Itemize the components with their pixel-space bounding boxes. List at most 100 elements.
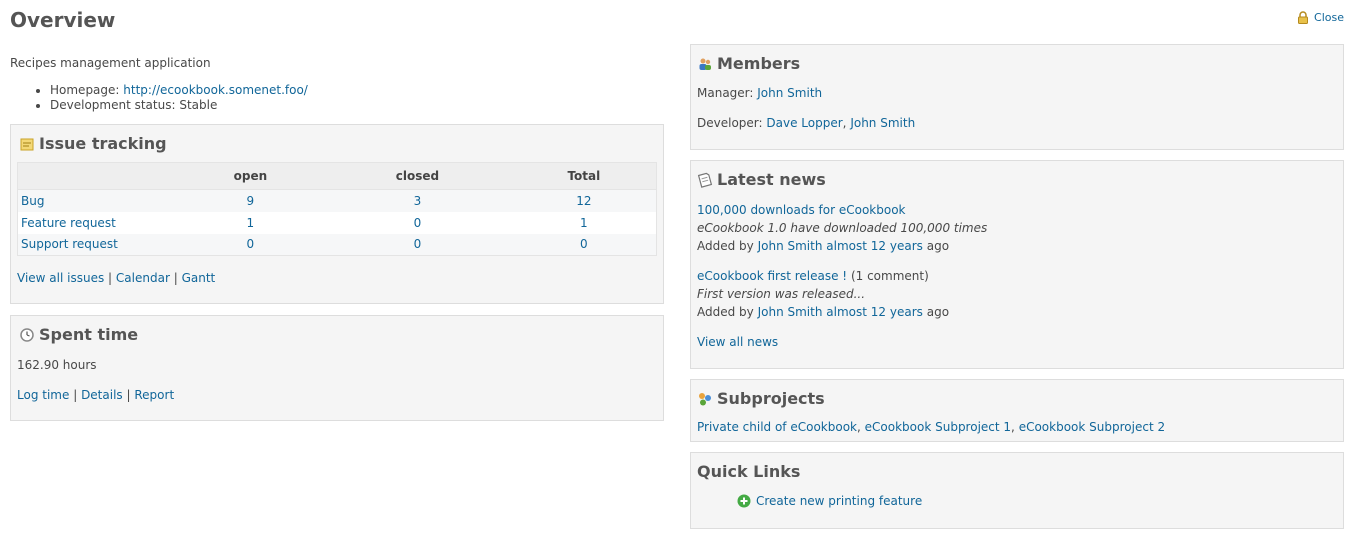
news-author-line: Added by John Smith almost 12 years ago [697,303,949,321]
author-link[interactable]: John Smith [758,305,823,319]
manager-label: Manager: [697,86,754,100]
separator: | [173,271,178,285]
spent-time-heading: Spent time [19,325,138,344]
total-count-link[interactable]: 1 [580,216,588,230]
subproject-link[interactable]: Private child of eCookbook [697,420,857,434]
subprojects-list: Private child of eCookbook, eCookbook Su… [697,420,1165,434]
subprojects-box: Subprojects Private child of eCookbook, … [690,379,1344,442]
ago-label: ago [926,305,950,319]
latest-news-box: Latest news 100,000 downloads for eCookb… [690,160,1344,369]
subprojects-title: Subprojects [717,389,825,408]
quick-links-heading: Quick Links [697,462,801,481]
added-by-label: Added by [697,305,754,319]
members-heading: Members [697,54,800,73]
homepage-label: Homepage: [50,83,120,97]
quick-links-box: Quick Links Create new printing feature [690,452,1344,529]
latest-news-heading: Latest news [697,170,826,189]
news-author-line: Added by John Smith almost 12 years ago [697,237,987,255]
open-count-link[interactable]: 1 [247,216,255,230]
age-link[interactable]: almost 12 years [826,305,923,319]
news-icon [697,172,713,188]
age-link[interactable]: almost 12 years [826,239,923,253]
member-link[interactable]: John Smith [850,116,915,130]
developer-line: Developer: Dave Lopper, John Smith [697,116,915,130]
spent-time-title: Spent time [39,325,139,344]
tracker-link-bug[interactable]: Bug [21,194,44,208]
added-by-label: Added by [697,239,754,253]
members-box: Members Manager: John Smith Developer: D… [690,44,1344,150]
report-link[interactable]: Report [134,388,174,402]
separator: | [126,388,131,402]
open-count-link[interactable]: 0 [247,237,255,251]
create-printing-feature-label: Create new printing feature [756,494,923,508]
news-item: 100,000 downloads for eCookbook eCookboo… [697,201,987,255]
clock-icon [20,327,34,342]
tracker-link-support[interactable]: Support request [21,237,118,251]
news-title-link[interactable]: 100,000 downloads for eCookbook [697,203,906,217]
subproject-link[interactable]: eCookbook Subproject 2 [1019,420,1165,434]
news-title-link[interactable]: eCookbook first release ! [697,269,847,283]
homepage-attribute: Homepage: http://ecookbook.somenet.foo/ [50,83,308,98]
separator: | [108,271,113,285]
page-title: Overview [10,8,116,32]
subprojects-heading: Subprojects [697,389,825,408]
close-label: Close [1314,11,1344,24]
log-time-link[interactable]: Log time [17,388,69,402]
closed-count-link[interactable]: 0 [414,216,422,230]
issue-links: View all issues | Calendar | Gantt [17,271,215,285]
view-all-news-link[interactable]: View all news [697,335,778,349]
closed-count-link[interactable]: 0 [414,237,422,251]
status-label: Development status: [50,98,176,112]
member-link[interactable]: Dave Lopper [766,116,842,130]
issue-tracking-table: open closed Total Bug 9 3 12 Feature req… [17,162,657,256]
news-summary: First version was released... [697,287,866,301]
project-description: Recipes management application [10,56,211,70]
create-printing-feature-link[interactable]: Create new printing feature [737,494,922,508]
lock-icon [1298,11,1309,24]
issue-tracking-heading: Issue tracking [19,134,167,153]
close-button[interactable]: Close [1297,11,1344,24]
news-comment-count: (1 comment) [850,269,929,283]
subprojects-icon [699,392,711,405]
spent-hours: 162.90 hours [17,358,97,372]
group-icon [699,58,711,70]
closed-count-link[interactable]: 3 [414,194,422,208]
table-row: Support request 0 0 0 [17,233,657,256]
status-value: Stable [179,98,218,112]
issue-tracking-title: Issue tracking [39,134,167,153]
view-all-issues-link[interactable]: View all issues [17,271,104,285]
open-count-link[interactable]: 9 [247,194,255,208]
total-count-link[interactable]: 12 [576,194,591,208]
news-summary: eCookbook 1.0 have downloaded 100,000 ti… [697,221,988,235]
tracker-link-feature[interactable]: Feature request [21,216,116,230]
developer-label: Developer: [697,116,763,130]
table-row: Feature request 1 0 1 [17,211,657,234]
latest-news-title: Latest news [717,170,826,189]
table-row: Bug 9 3 12 [17,189,657,212]
separator: , [856,420,861,434]
author-link[interactable]: John Smith [758,239,823,253]
time-links: Log time | Details | Report [17,388,174,402]
members-title: Members [717,54,801,73]
separator: , [842,116,847,130]
calendar-link[interactable]: Calendar [116,271,170,285]
gantt-link[interactable]: Gantt [182,271,216,285]
project-attributes: Homepage: http://ecookbook.somenet.foo/ … [50,83,308,113]
news-item: eCookbook first release ! (1 comment) Fi… [697,267,949,321]
subproject-link[interactable]: eCookbook Subproject 1 [865,420,1011,434]
ago-label: ago [926,239,950,253]
total-count-link[interactable]: 0 [580,237,588,251]
add-icon [737,494,751,508]
manager-line: Manager: John Smith [697,86,822,100]
issue-tracking-box: Issue tracking open closed Total Bug 9 3… [10,124,664,304]
spent-time-box: Spent time 162.90 hours Log time | Detai… [10,315,664,421]
separator: , [1011,420,1015,434]
details-link[interactable]: Details [81,388,123,402]
column-header-tracker [17,162,178,190]
homepage-link[interactable]: http://ecookbook.somenet.foo/ [123,83,308,97]
issue-tracking-icon [20,138,34,150]
status-attribute: Development status: Stable [50,98,308,113]
column-header-closed: closed [323,162,512,190]
member-link[interactable]: John Smith [757,86,822,100]
separator: | [73,388,78,402]
